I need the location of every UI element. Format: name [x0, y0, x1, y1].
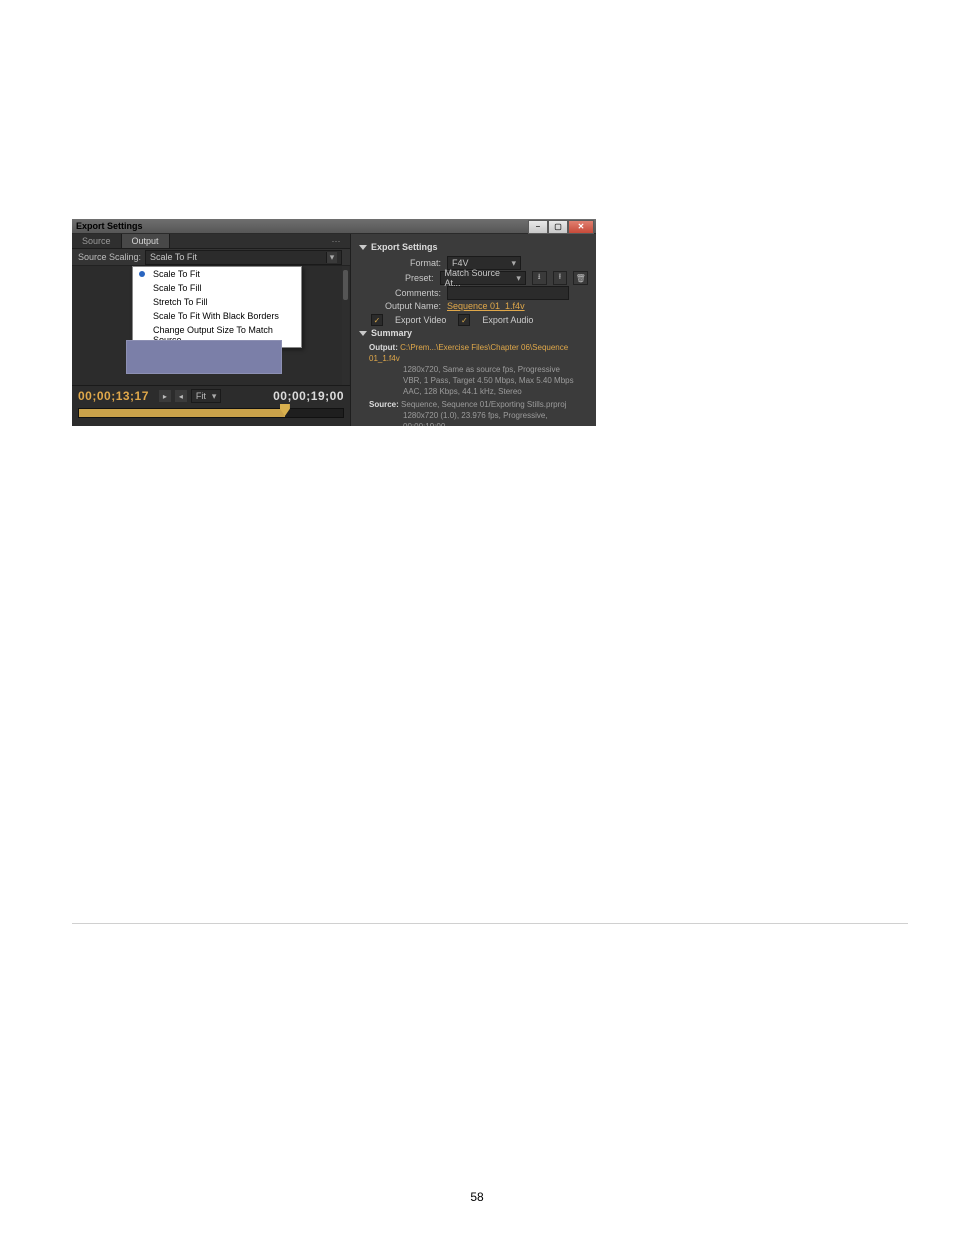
timeline-track[interactable] — [78, 408, 344, 418]
output-name-link[interactable]: Sequence 01_1.f4v — [447, 301, 525, 311]
disclosure-triangle-icon — [359, 331, 367, 336]
chevron-down-icon: ▾ — [511, 258, 516, 269]
preview-panel: Source Output ⋯ Source Scaling: Scale To… — [72, 234, 351, 426]
export-video-checkbox[interactable]: ✓ — [371, 314, 383, 326]
current-timecode[interactable]: 00;00;13;17 — [78, 389, 149, 403]
scaling-option-fill[interactable]: Scale To Fill — [133, 281, 301, 295]
preset-label: Preset: — [359, 273, 440, 283]
format-label: Format: — [359, 258, 447, 268]
preview-area: Scale To Fit Scale To Fill Stretch To Fi… — [72, 266, 350, 386]
export-settings-heading: Export Settings — [371, 242, 438, 252]
summary-heading: Summary — [371, 328, 412, 338]
duration-timecode: 00;00;19;00 — [273, 389, 344, 403]
import-preset-button[interactable]: ⭱ — [553, 271, 568, 285]
source-scaling-dropdown[interactable]: Scale To Fit ▾ — [145, 250, 342, 265]
export-audio-label: Export Audio — [482, 315, 533, 325]
preset-value: Match Source At... — [445, 268, 517, 288]
zoom-fit-label: Fit — [196, 391, 206, 401]
disclosure-triangle-icon — [359, 245, 367, 250]
preset-dropdown[interactable]: Match Source At... ▾ — [440, 271, 526, 285]
chevron-down-icon: ▾ — [326, 252, 337, 263]
export-settings-screenshot: Export Settings – ▢ ✕ Source Output ⋯ So… — [72, 219, 596, 425]
source-scaling-label: Source Scaling: — [72, 252, 145, 262]
summary-source-line2: 1280x720 (1.0), 23.976 fps, Progressive,… — [369, 410, 588, 426]
chevron-down-icon: ▾ — [212, 391, 217, 402]
zoom-fit-dropdown[interactable]: Fit ▾ — [191, 389, 222, 403]
comments-input[interactable] — [447, 286, 569, 300]
tab-slider-icon[interactable]: ⋯ — [322, 234, 350, 248]
maximize-button[interactable]: ▢ — [548, 220, 568, 234]
summary-header[interactable]: Summary — [359, 328, 588, 338]
save-preset-button[interactable]: ⭳ — [532, 271, 547, 285]
preview-tabs: Source Output ⋯ — [72, 234, 350, 249]
source-scaling-value: Scale To Fit — [150, 252, 197, 262]
next-frame-button[interactable]: ◂ — [175, 390, 187, 402]
prev-frame-button[interactable]: ▸ — [159, 390, 171, 402]
settings-panel: Export Settings Format: F4V ▾ Preset: Ma… — [351, 234, 596, 426]
dialog-title: Export Settings — [76, 221, 143, 231]
comments-label: Comments: — [359, 288, 447, 298]
export-audio-checkbox[interactable]: ✓ — [458, 314, 470, 326]
dialog-titlebar[interactable]: Export Settings – ▢ ✕ — [72, 219, 596, 234]
timeline-range[interactable] — [79, 409, 285, 417]
summary-source-line1: Sequence, Sequence 01/Exporting Stills.p… — [401, 400, 566, 409]
video-frame-preview — [126, 340, 282, 374]
delete-preset-button[interactable]: 🗑 — [573, 271, 588, 285]
summary-output-line2: 1280x720, Same as source fps, Progressiv… — [369, 364, 588, 375]
summary-output-line3: VBR, 1 Pass, Target 4.50 Mbps, Max 5.40 … — [369, 375, 588, 386]
export-video-label: Export Video — [395, 315, 446, 325]
chevron-down-icon: ▾ — [516, 273, 521, 284]
tab-source[interactable]: Source — [72, 234, 122, 248]
source-scaling-menu: Scale To Fit Scale To Fill Stretch To Fi… — [132, 266, 302, 348]
scaling-option-blackborders[interactable]: Scale To Fit With Black Borders — [133, 309, 301, 323]
minimize-button[interactable]: – — [528, 220, 548, 234]
scaling-option-stretch[interactable]: Stretch To Fill — [133, 295, 301, 309]
page-rule — [72, 923, 908, 924]
scaling-option-fit[interactable]: Scale To Fit — [133, 267, 301, 281]
format-value: F4V — [452, 258, 469, 268]
timeline: 00;00;13;17 ▸ ◂ Fit ▾ 00;00;19;00 — [72, 386, 350, 426]
summary-source-label: Source: — [369, 400, 399, 409]
tab-output[interactable]: Output — [122, 234, 170, 248]
export-settings-header[interactable]: Export Settings — [359, 242, 588, 252]
summary-output-path: C:\Prem...\Exercise Files\Chapter 06\Seq… — [369, 343, 568, 363]
source-scaling-row: Source Scaling: Scale To Fit ▾ — [72, 249, 350, 266]
page-number: 58 — [0, 1190, 954, 1204]
output-name-label: Output Name: — [359, 301, 447, 311]
summary-output-line4: AAC, 128 Kbps, 44.1 kHz, Stereo — [369, 386, 588, 397]
preview-scrollbar[interactable] — [342, 266, 349, 385]
close-button[interactable]: ✕ — [568, 220, 594, 234]
summary-block: Output: C:\Prem...\Exercise Files\Chapte… — [369, 342, 588, 426]
summary-output-label: Output: — [369, 343, 398, 352]
